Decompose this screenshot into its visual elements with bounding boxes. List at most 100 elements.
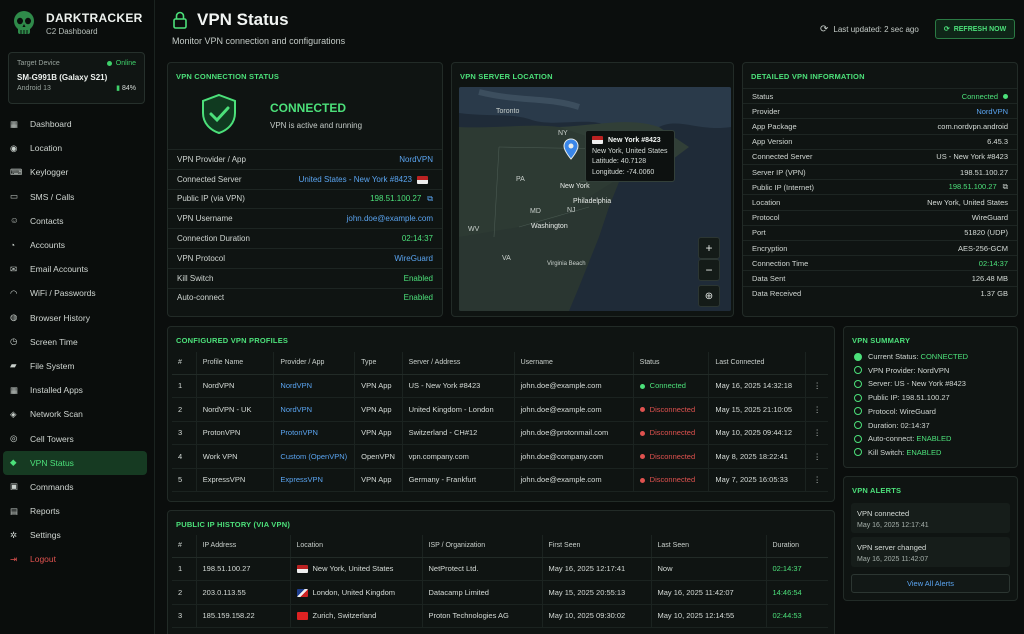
zoom-in-button[interactable]: + bbox=[698, 237, 720, 259]
cell-provider[interactable]: NordVPN bbox=[273, 397, 355, 422]
brand[interactable]: DARKTRACKER C2 Dashboard bbox=[10, 9, 143, 37]
table-row[interactable]: 3 ProtonVPN ProtonVPN VPN App Switzerland - … bbox=[172, 421, 828, 445]
view-all-alerts-button[interactable]: View All Alerts bbox=[851, 574, 1010, 593]
sidebar-item-keylogger[interactable]: ⌨ Keylogger bbox=[3, 160, 147, 184]
row-value: 51820 (UDP) bbox=[964, 228, 1008, 237]
sidebar-nav: ▦ Dashboard ◉ Location ⌨ Keylogger ▭ SMS / Call… bbox=[3, 112, 147, 572]
folder-icon: ▰ bbox=[10, 360, 17, 371]
device-status: Online bbox=[107, 60, 136, 67]
sidebar-item-cell-towers[interactable]: ◎ Cell Towers bbox=[3, 426, 147, 450]
sidebar-item-label: Screen Time bbox=[30, 336, 78, 347]
row-value: Enabled bbox=[404, 274, 433, 283]
row-label: Provider bbox=[752, 106, 780, 116]
cell-status: Disconnected bbox=[632, 468, 709, 492]
row-value[interactable]: 198.51.100.27 ⧉ bbox=[370, 194, 433, 204]
row-label: Server IP (VPN) bbox=[752, 167, 806, 177]
cell-provider[interactable]: ProtonVPN bbox=[273, 421, 355, 445]
row-menu-button[interactable]: ⋮ bbox=[805, 468, 828, 492]
table-row[interactable]: 1 198.51.100.27 New York, United States Net… bbox=[172, 557, 828, 581]
column-header bbox=[805, 352, 828, 375]
sidebar-item-browser-history[interactable]: ◍ Browser History bbox=[3, 306, 147, 330]
sidebar-item-accounts[interactable]: ◔ Accounts bbox=[3, 233, 147, 257]
row-value-text: 1.37 GB bbox=[980, 289, 1008, 299]
row-menu-button[interactable]: ⋮ bbox=[805, 374, 828, 398]
sidebar-item-installed-apps[interactable]: ▦ Installed Apps bbox=[3, 378, 147, 402]
alert-time: May 16, 2025 12:17:41 bbox=[857, 522, 929, 529]
sidebar-item-dashboard[interactable]: ▦ Dashboard bbox=[3, 112, 147, 136]
detail-row: Server IP (VPN) 198.51.100.27 bbox=[743, 164, 1017, 179]
sidebar-item-vpn-status[interactable]: ◆ VPN Status bbox=[3, 450, 147, 475]
cell-n: 5 bbox=[172, 468, 197, 492]
panel-title: VPN SUMMARY bbox=[852, 336, 911, 345]
sidebar-item-file-system[interactable]: ▰ File System bbox=[3, 354, 147, 378]
sidebar-item-reports[interactable]: ▤ Reports bbox=[3, 499, 147, 523]
table-row[interactable]: 3 185.159.158.22 Zurich, Switzerland Proton… bbox=[172, 604, 828, 628]
sidebar-item-email-accounts[interactable]: ✉ Email Accounts bbox=[3, 257, 147, 281]
refresh-icon: ⟳ bbox=[943, 26, 950, 33]
status-text: Disconnected bbox=[649, 428, 696, 438]
column-header: Provider / App bbox=[273, 352, 355, 375]
row-label: VPN Protocol bbox=[177, 253, 226, 263]
summary-text: Kill Switch: ENABLED bbox=[868, 448, 941, 457]
row-label: Status bbox=[752, 91, 774, 101]
sidebar-item-commands[interactable]: ▣ Commands bbox=[3, 475, 147, 499]
panel-title: VPN ALERTS bbox=[852, 486, 902, 495]
us-flag-icon bbox=[296, 565, 308, 574]
row-value: NordVPN bbox=[976, 107, 1008, 116]
last-updated-text: Last updated: 2 sec ago bbox=[833, 25, 919, 34]
refresh-now-button[interactable]: ⟳ REFRESH NOW bbox=[935, 19, 1015, 39]
sidebar-item-network-scan[interactable]: ◈ Network Scan bbox=[3, 402, 147, 426]
popup-city: New York, United States bbox=[592, 147, 668, 155]
logout-icon: ⇥ bbox=[10, 553, 18, 564]
table-row[interactable]: 1 NordVPN NordVPN VPN App US - New York #842… bbox=[172, 374, 828, 398]
cell-provider[interactable]: Custom (OpenVPN) bbox=[273, 444, 355, 469]
cell-location: Zurich, Switzerland bbox=[289, 604, 422, 628]
row-menu-button[interactable]: ⋮ bbox=[805, 397, 828, 422]
sidebar-item-sms-calls[interactable]: ▭ SMS / Calls bbox=[3, 185, 147, 209]
row-label: Connection Duration bbox=[177, 234, 250, 244]
row-value-text: Connected bbox=[961, 91, 998, 101]
sidebar-item-settings[interactable]: ✲ Settings bbox=[3, 523, 147, 547]
map-pin-icon[interactable] bbox=[563, 138, 579, 160]
row-value-text: Enabled bbox=[403, 293, 433, 303]
column-header: Server / Address bbox=[401, 352, 515, 375]
locate-button[interactable]: ⊕ bbox=[698, 285, 720, 307]
summary-label: Current Status: bbox=[868, 352, 921, 361]
row-value: 198.51.100.27 bbox=[960, 168, 1008, 177]
summary-text: VPN Provider: NordVPN bbox=[868, 366, 949, 375]
row-value-text: 198.51.100.27 bbox=[948, 182, 997, 192]
cell-provider[interactable]: ExpressVPN bbox=[273, 468, 355, 492]
table-row[interactable]: 2 NordVPN - UK NordVPN VPN App United Kingdo… bbox=[172, 397, 828, 422]
row-menu-button[interactable]: ⋮ bbox=[805, 444, 828, 469]
lock-icon bbox=[173, 11, 187, 29]
summary-text: Protocol: WireGuard bbox=[868, 407, 936, 416]
sidebar-item-location[interactable]: ◉ Location bbox=[3, 136, 147, 160]
map-label-virginia-beach: Virginia Beach bbox=[547, 261, 586, 267]
copy-icon[interactable]: ⧉ bbox=[427, 194, 433, 203]
sidebar-item-wifi-passwords[interactable]: ◠ WiFi / Passwords bbox=[3, 281, 147, 305]
table-row[interactable]: 2 203.0.113.55 London, United Kingdom Datac… bbox=[172, 580, 828, 605]
cell-name: ExpressVPN bbox=[195, 468, 274, 492]
copy-icon[interactable]: ⧉ bbox=[1003, 182, 1008, 191]
summary-label: Kill Switch: bbox=[868, 447, 907, 457]
table-row[interactable]: 4 Work VPN Custom (OpenVPN) OpenVPN vpn.comp… bbox=[172, 444, 828, 469]
alert-item[interactable]: VPN server changed May 16, 2025 11:42:07 bbox=[851, 537, 1010, 567]
sidebar-item-screen-time[interactable]: ◷ Screen Time bbox=[3, 330, 147, 354]
alert-item[interactable]: VPN connected May 16, 2025 12:17:41 bbox=[851, 503, 1010, 533]
target-device-card[interactable]: Target Device Online SM-G991B (Galaxy S2… bbox=[8, 52, 145, 104]
shield-check-icon bbox=[202, 93, 236, 135]
panel-title: DETAILED VPN INFORMATION bbox=[751, 72, 865, 81]
table-row[interactable]: 5 ExpressVPN ExpressVPN VPN App Germany - Fr… bbox=[172, 468, 828, 492]
zoom-out-button[interactable]: − bbox=[698, 259, 720, 281]
cell-user: john.doe@protonmail.com bbox=[513, 421, 634, 445]
sidebar-item-contacts[interactable]: ☺ Contacts bbox=[3, 209, 147, 233]
row-value: United States - New York #8423 bbox=[299, 175, 433, 184]
sidebar-item-logout[interactable]: ⇥ Logout bbox=[3, 547, 147, 571]
row-menu-button[interactable]: ⋮ bbox=[805, 421, 828, 445]
cell-provider[interactable]: NordVPN bbox=[273, 374, 355, 398]
last-updated: ⟳ Last updated: 2 sec ago bbox=[820, 24, 919, 35]
sidebar-item-label: Location bbox=[30, 143, 63, 154]
summary-label: Public IP: 198.51.100.27 bbox=[868, 393, 950, 403]
sync-icon: ⟳ bbox=[820, 24, 829, 35]
location-text: Zurich, Switzerland bbox=[312, 611, 377, 621]
